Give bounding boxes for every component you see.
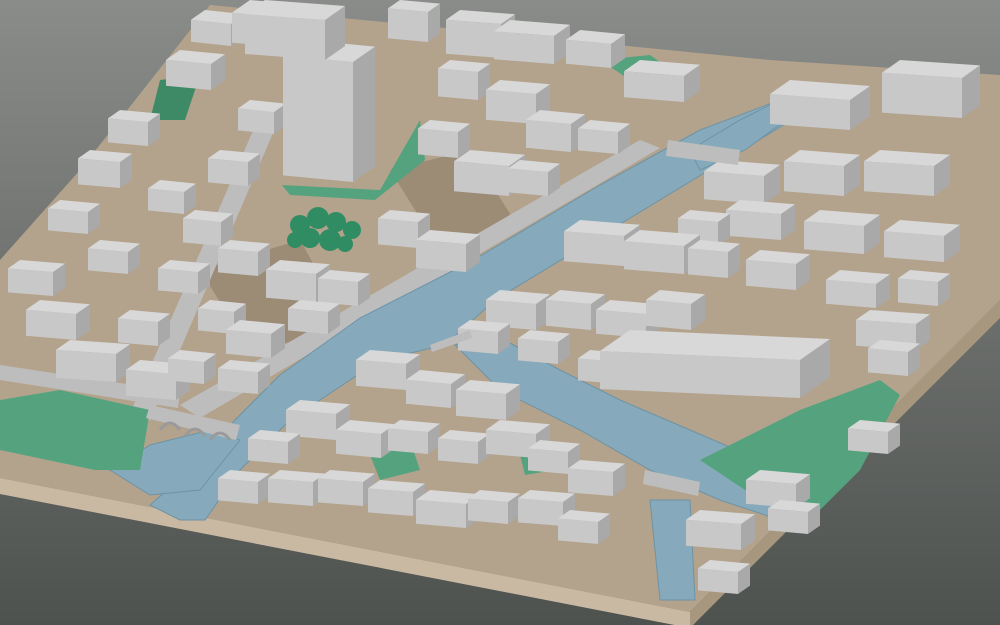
building bbox=[438, 430, 490, 464]
building bbox=[248, 430, 300, 464]
building bbox=[646, 290, 705, 330]
building bbox=[770, 80, 870, 130]
building bbox=[166, 50, 225, 90]
building bbox=[288, 300, 340, 334]
building bbox=[108, 110, 160, 146]
building bbox=[558, 510, 610, 544]
building bbox=[882, 60, 980, 118]
building bbox=[218, 470, 270, 504]
building bbox=[566, 30, 625, 68]
building bbox=[283, 40, 375, 182]
building bbox=[245, 0, 345, 60]
building bbox=[336, 420, 395, 458]
building bbox=[26, 300, 90, 340]
building bbox=[698, 560, 750, 594]
building bbox=[118, 310, 170, 346]
building bbox=[318, 270, 370, 306]
building bbox=[804, 210, 880, 254]
tree bbox=[307, 207, 329, 229]
building bbox=[238, 100, 286, 134]
building bbox=[868, 340, 920, 376]
building bbox=[78, 150, 132, 188]
building bbox=[600, 330, 830, 398]
building bbox=[56, 340, 130, 382]
city-model-viewport[interactable] bbox=[0, 0, 1000, 625]
building bbox=[456, 380, 520, 420]
building bbox=[388, 420, 440, 454]
building bbox=[468, 490, 520, 524]
building bbox=[624, 60, 700, 102]
building bbox=[768, 500, 820, 534]
building bbox=[526, 110, 585, 152]
building bbox=[218, 240, 270, 276]
building bbox=[688, 240, 740, 278]
building bbox=[8, 260, 65, 296]
building bbox=[226, 320, 285, 358]
building bbox=[884, 220, 960, 262]
tree bbox=[287, 232, 303, 248]
building bbox=[48, 200, 100, 234]
building bbox=[416, 230, 480, 272]
building bbox=[418, 120, 470, 158]
building bbox=[686, 510, 755, 550]
building bbox=[88, 240, 140, 274]
building bbox=[208, 150, 260, 186]
building bbox=[318, 470, 375, 506]
building bbox=[148, 180, 196, 214]
building bbox=[388, 0, 440, 43]
building bbox=[168, 350, 216, 384]
city-model-canvas[interactable] bbox=[0, 0, 1000, 625]
building bbox=[183, 210, 233, 246]
building bbox=[568, 460, 625, 496]
building bbox=[438, 60, 490, 100]
building bbox=[704, 160, 780, 204]
building bbox=[518, 330, 570, 364]
building bbox=[578, 120, 630, 154]
building bbox=[784, 150, 860, 196]
building bbox=[726, 200, 795, 240]
tree bbox=[300, 228, 320, 248]
building bbox=[268, 470, 325, 506]
building bbox=[494, 20, 570, 64]
tree bbox=[326, 212, 346, 232]
building bbox=[746, 250, 810, 290]
building bbox=[898, 270, 950, 306]
tree bbox=[337, 236, 353, 252]
building bbox=[826, 270, 890, 308]
building bbox=[848, 420, 900, 454]
tree bbox=[319, 229, 341, 251]
building bbox=[508, 160, 560, 196]
building bbox=[864, 150, 950, 196]
building bbox=[158, 260, 210, 294]
building bbox=[218, 360, 270, 394]
